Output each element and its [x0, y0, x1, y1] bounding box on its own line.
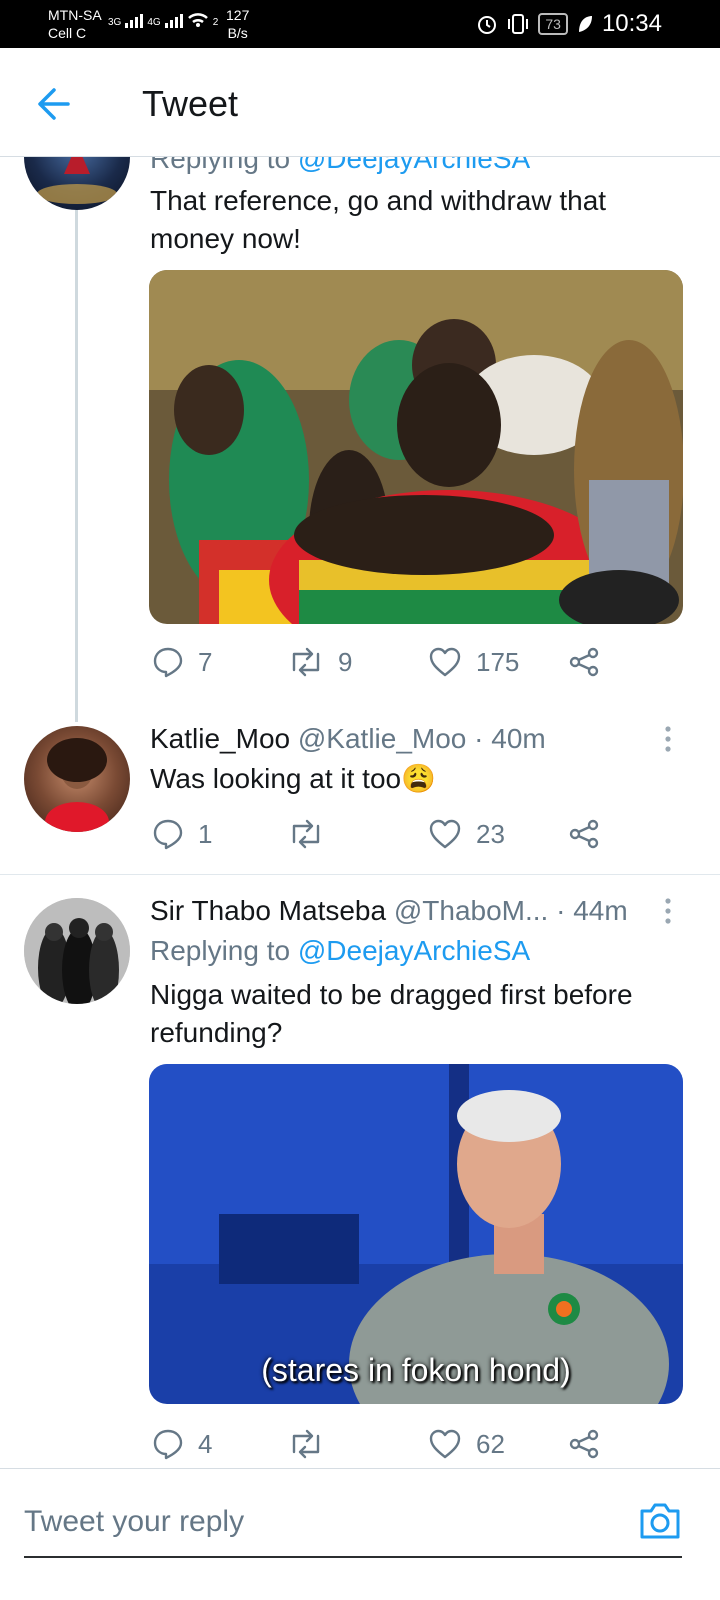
replying-handle-link[interactable]: @DeejayArchieSA: [298, 156, 530, 174]
retweet-icon: [292, 819, 320, 849]
like-button[interactable]: 175: [428, 646, 519, 678]
share-button[interactable]: [568, 1428, 600, 1460]
more-options-button[interactable]: [656, 724, 680, 754]
weary-face-icon: 😩: [401, 763, 436, 794]
camera-icon: [640, 1503, 680, 1539]
wifi-icon: [187, 13, 208, 27]
tweet-text-line: money now!: [150, 223, 301, 254]
camera-button[interactable]: [638, 1501, 682, 1541]
comment-icon: [153, 819, 183, 850]
tweet-photo[interactable]: [149, 270, 683, 624]
signal-bars-icon: [164, 12, 183, 28]
top-app-bar: Tweet: [0, 48, 720, 157]
tweet-text-line: Was looking at it too: [150, 763, 402, 794]
tweet-text: Nigga waited to be dragged first before …: [150, 976, 690, 1052]
reply-count: 1: [198, 818, 213, 849]
avatar-art: [24, 898, 130, 1004]
reply-count: 4: [198, 1428, 213, 1459]
display-name[interactable]: Katlie_Moo: [150, 723, 290, 754]
arrow-left-icon: [38, 88, 70, 120]
wifi-number: 2: [212, 17, 219, 28]
avatar[interactable]: [24, 156, 130, 210]
media-caption: (stares in fokon hond): [261, 1352, 571, 1388]
retweet-icon: [292, 647, 320, 677]
comment-icon: [153, 1429, 183, 1460]
tweet-header: Katlie_Moo @Katlie_Moo · 40m: [150, 720, 546, 758]
handle-and-time: @ThaboM... · 44m: [393, 895, 628, 926]
share-button[interactable]: [568, 818, 600, 850]
tweet-text-line: refunding?: [150, 1017, 283, 1048]
divider: [0, 874, 720, 875]
avatar[interactable]: [24, 898, 130, 1004]
status-bar: MTN-SA Cell C 3G 4G 2 127 B/s 73 10:34: [0, 0, 720, 48]
tweet-text: That reference, go and withdraw that mon…: [150, 182, 670, 258]
retweet-button[interactable]: 9: [288, 646, 352, 678]
replying-label: Replying to: [150, 935, 291, 966]
reply-button[interactable]: 7: [152, 646, 212, 678]
carrier-info: MTN-SA Cell C: [48, 6, 102, 42]
signal-bars-icon: [125, 12, 144, 28]
tweet-text-line: Nigga waited to be dragged first before: [150, 979, 633, 1010]
reply-button[interactable]: 4: [152, 1428, 212, 1460]
replying-handle-link[interactable]: @DeejayArchieSA: [298, 935, 530, 966]
tweet-text: Was looking at it too😩: [150, 760, 436, 798]
clock: 10:34: [601, 10, 662, 37]
alarm-icon: [478, 16, 497, 34]
thread-line: [75, 208, 78, 722]
signal-indicators: 3G 4G 2: [108, 10, 218, 28]
more-options-button[interactable]: [656, 896, 680, 926]
leaf-icon: [578, 16, 592, 32]
reply-count: 7: [198, 646, 213, 677]
tweet-text-line: That reference, go and withdraw that: [150, 185, 607, 216]
like-button[interactable]: 62: [428, 1428, 505, 1460]
network-speed: 127 B/s: [226, 6, 249, 42]
share-icon: [569, 819, 599, 849]
avatar[interactable]: [24, 726, 130, 832]
more-vertical-icon: [665, 898, 671, 924]
retweet-icon: [292, 1429, 320, 1459]
retweet-count: 9: [338, 646, 353, 677]
carrier-2: Cell C: [48, 25, 87, 41]
more-vertical-icon: [665, 726, 671, 752]
handle-and-time: @Katlie_Moo · 40m: [297, 723, 546, 754]
like-button[interactable]: 23: [428, 818, 505, 850]
share-icon: [569, 647, 599, 677]
retweet-button[interactable]: [288, 818, 338, 850]
reply-composer: [0, 1468, 720, 1579]
photo-crowd-image: [149, 270, 683, 624]
tweet-photo[interactable]: (stares in fokon hond): [149, 1064, 683, 1404]
display-name[interactable]: Sir Thabo Matseba: [150, 895, 386, 926]
avatar-art: [45, 738, 109, 832]
like-count: 23: [476, 818, 505, 849]
page-title: Tweet: [142, 83, 239, 124]
replying-label: Replying to: [150, 156, 291, 174]
like-count: 175: [476, 646, 520, 677]
network-type-2: 4G: [147, 17, 161, 28]
tweet-header: Sir Thabo Matseba @ThaboM... · 44m: [150, 892, 628, 930]
share-icon: [569, 1429, 599, 1459]
tweet-feed[interactable]: Replying to @DeejayArchieSA That referen…: [0, 156, 720, 1466]
reply-button[interactable]: 1: [152, 818, 212, 850]
speed-value: 127: [226, 7, 250, 23]
speed-unit: B/s: [227, 25, 248, 41]
carrier-1: MTN-SA: [48, 7, 102, 23]
nav-gesture-bar: [24, 1556, 682, 1558]
heart-icon: [429, 819, 461, 849]
heart-icon: [429, 647, 461, 677]
replying-to: Replying to @DeejayArchieSA: [150, 932, 530, 970]
network-type-1: 3G: [108, 17, 122, 28]
heart-icon: [429, 1429, 461, 1459]
like-count: 62: [476, 1428, 505, 1459]
retweet-button[interactable]: [288, 1428, 338, 1460]
avatar-art: [37, 156, 117, 204]
share-button[interactable]: [568, 646, 600, 678]
replying-to: Replying to @DeejayArchieSA: [150, 156, 530, 178]
reply-input[interactable]: [22, 1497, 586, 1547]
vibrate-icon: [508, 14, 529, 34]
battery-indicator: 73: [538, 13, 568, 35]
comment-icon: [153, 647, 183, 678]
status-right: 73 10:34: [476, 10, 662, 38]
back-button[interactable]: [34, 84, 74, 124]
